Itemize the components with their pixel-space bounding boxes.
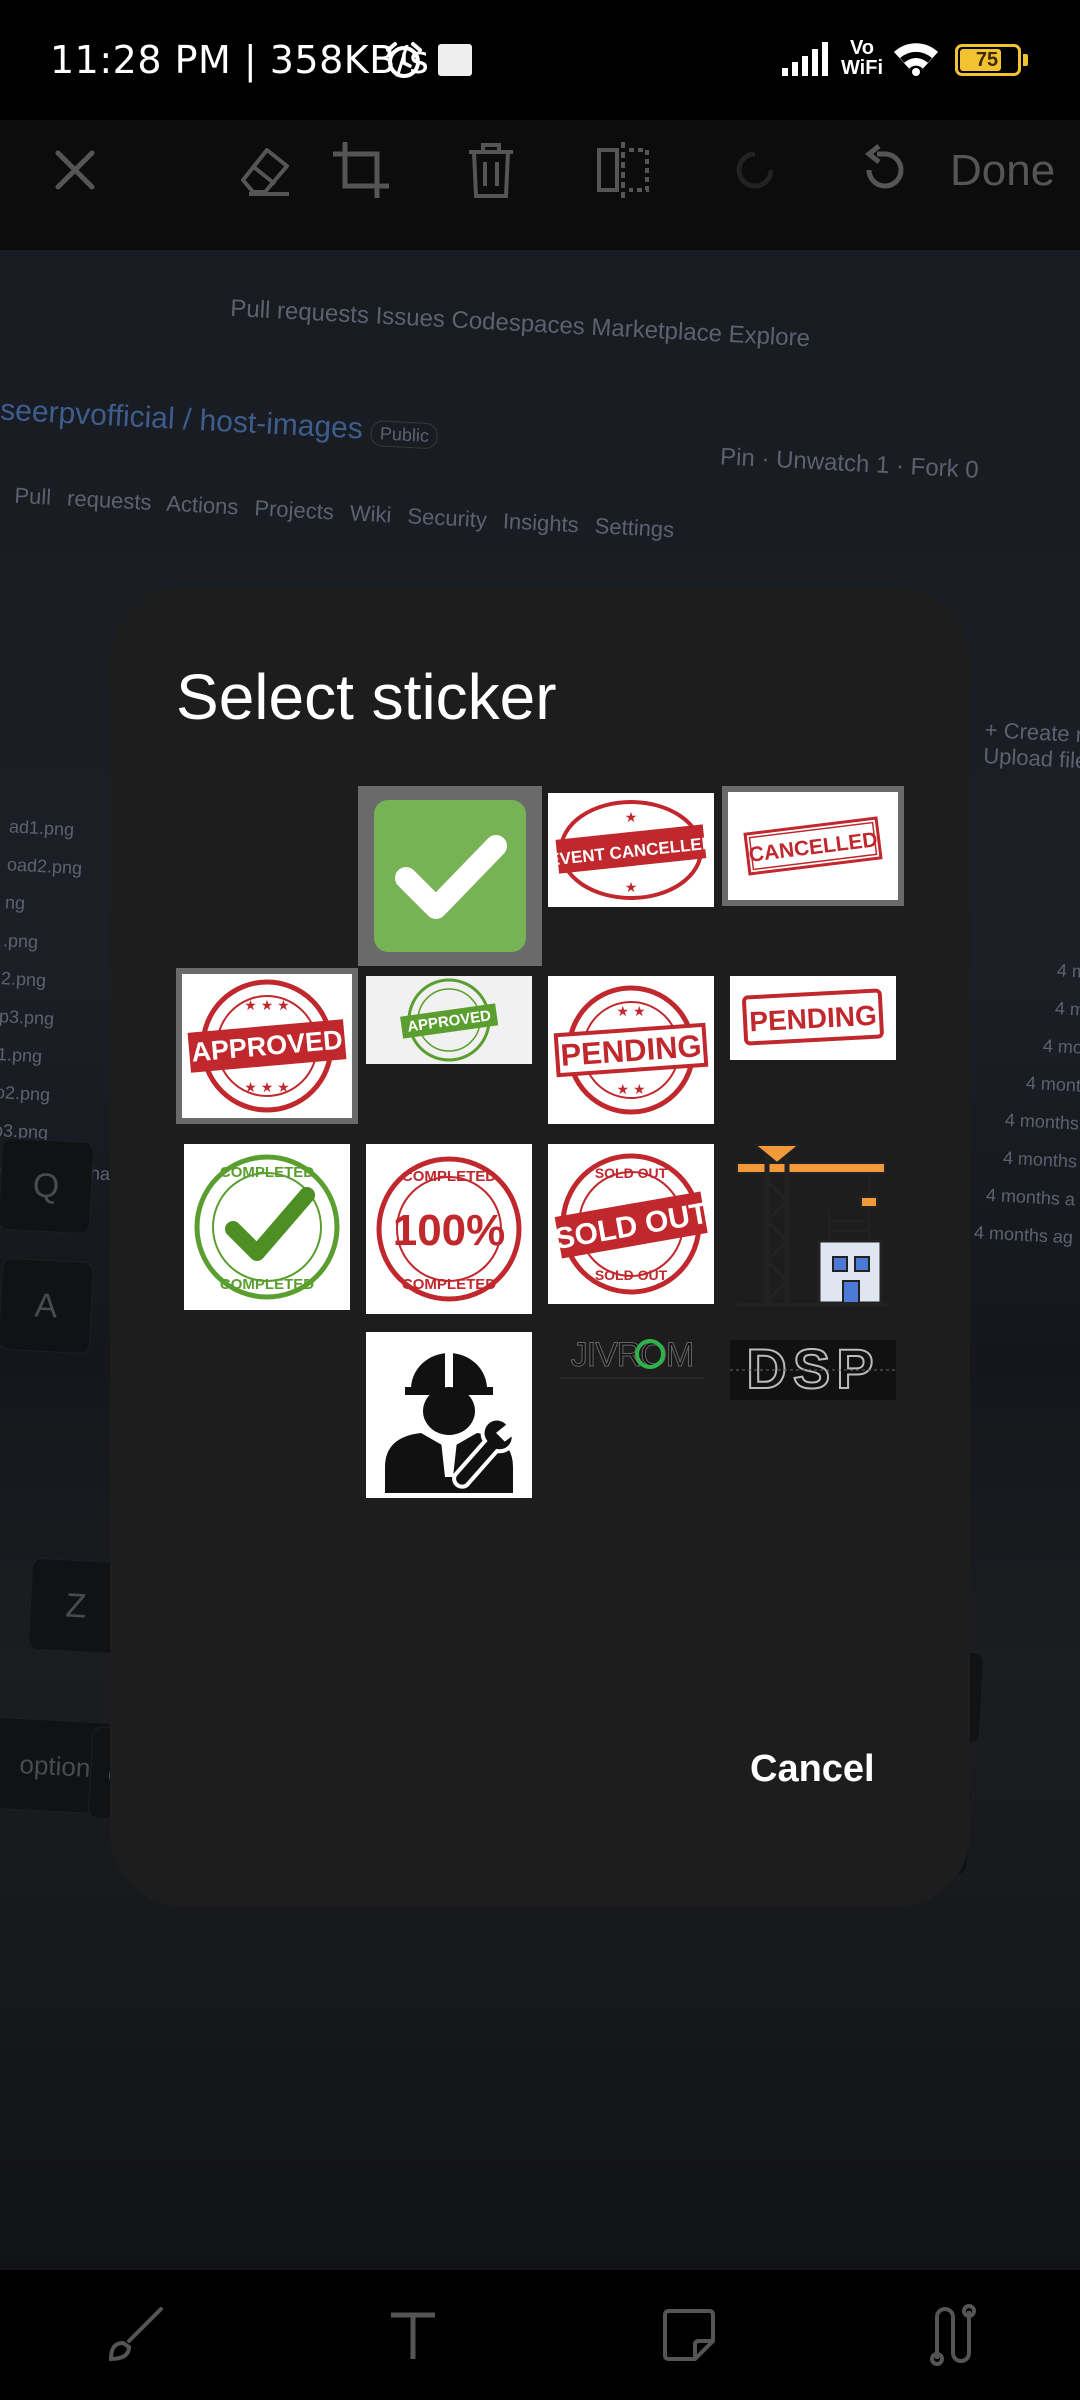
sticker-jivrom[interactable]: JIVROM <box>550 1328 714 1388</box>
path-icon[interactable] <box>918 2300 988 2370</box>
photo-keyboard-key: A <box>0 1257 95 1355</box>
photo-file-time: 4 m <box>1054 998 1080 1020</box>
photo-file-time: 4 m <box>1056 960 1080 982</box>
redo-icon[interactable] <box>720 120 790 220</box>
engineer-icon <box>385 1353 516 1493</box>
alarm-icon <box>386 42 422 78</box>
sticker-jivrom-label: JIVROM <box>571 1336 693 1374</box>
photo-file-name: p3.png <box>0 1119 49 1143</box>
status-bar: 11:28 PM | 358KB/s Vo WiFi 75 <box>0 0 1080 120</box>
brush-icon[interactable] <box>100 2300 170 2370</box>
sticker-pending-round[interactable]: PENDING ★ ★ ★ ★ <box>548 976 714 1124</box>
sticker-icon[interactable] <box>654 2300 724 2370</box>
photo-file-time: 4 mo <box>1042 1035 1080 1058</box>
battery-nub <box>1023 54 1028 66</box>
svg-text:★ ★ ★: ★ ★ ★ <box>244 997 289 1013</box>
sticker-completed-check-label: COMPLETED <box>220 1164 314 1181</box>
sticker-cancelled[interactable]: CANCELLED <box>722 786 904 906</box>
done-button[interactable]: Done <box>950 146 1055 196</box>
photo-repo-tabs: Pull requests Actions Projects Wiki Secu… <box>13 482 675 543</box>
wifi-icon <box>894 43 938 76</box>
signal-icon <box>782 42 828 76</box>
dialog-title: Select sticker <box>176 661 557 733</box>
photo-file-time: 4 months <box>1004 1109 1080 1134</box>
crop-icon[interactable] <box>326 120 396 220</box>
sticker-completed-100-label: COMPLETED <box>402 1168 496 1185</box>
photo-file-time: 4 mont <box>1025 1072 1080 1096</box>
battery-icon: 75 <box>955 44 1021 76</box>
photo-upload-actions: + Create ne Upload file <box>982 717 1080 774</box>
sticker-construction[interactable] <box>728 1140 898 1312</box>
sticker-event-cancelled[interactable]: EVENT CANCELLED ★ ★ <box>548 793 714 907</box>
sticker-dsp[interactable]: DSP <box>730 1340 896 1400</box>
construction-crane-icon <box>736 1144 889 1307</box>
eraser-icon[interactable] <box>230 120 300 220</box>
photo-file-list: ad1.png oad2.png ng .png 2.png p3.png 1.png o2.… <box>0 807 161 1192</box>
close-icon[interactable] <box>40 120 110 220</box>
bottom-tool-bar <box>0 2270 1080 2400</box>
editor-toolbar: Done <box>0 120 1080 250</box>
photo-file-name: 2.png <box>0 968 47 991</box>
checkmark-icon <box>374 800 526 952</box>
svg-text:COMPLETED: COMPLETED <box>220 1276 314 1293</box>
photo-time-list: 4 m 4 m 4 mo 4 mont 4 months 4 months 4 months… <box>972 948 1080 1257</box>
sticker-pending[interactable]: PENDING <box>730 976 896 1060</box>
photo-file-name: o2.png <box>0 1082 51 1105</box>
svg-text:★: ★ <box>625 879 638 895</box>
select-sticker-dialog: Select sticker EVENT CANCELLED ★ ★ CANCE… <box>110 588 970 1906</box>
delete-icon[interactable] <box>456 120 526 220</box>
notification-icon <box>438 44 472 76</box>
photo-file-name: .png <box>2 930 39 953</box>
text-icon[interactable] <box>378 2300 448 2370</box>
svg-text:★ ★ ★: ★ ★ ★ <box>244 1079 289 1095</box>
sticker-completed-100-value: 100% <box>393 1206 506 1255</box>
flip-icon[interactable] <box>588 120 658 220</box>
photo-file-name: ad1.png <box>8 816 75 840</box>
photo-header-links: Pull requests Issues Codespaces Marketpl… <box>229 294 811 353</box>
photo-file-name: ng <box>4 892 26 914</box>
sticker-checkmark[interactable] <box>358 786 542 966</box>
photo-file-name: p3.png <box>0 1006 55 1029</box>
svg-text:COMPLETED: COMPLETED <box>402 1276 496 1293</box>
status-time: 11:28 PM | 358KB/s <box>50 38 430 82</box>
svg-text:★: ★ <box>625 809 638 825</box>
photo-file-time: 4 months a <box>985 1184 1076 1210</box>
sticker-blank[interactable] <box>180 790 344 954</box>
sticker-pending-label: PENDING <box>749 1000 878 1038</box>
photo-keyboard-key: Q <box>0 1137 95 1235</box>
vowifi-indicator: Vo WiFi <box>840 37 884 79</box>
undo-icon[interactable] <box>850 120 920 220</box>
battery-level: 75 <box>975 49 999 71</box>
photo-repo-path: seerpvofficial / host-images Public <box>0 394 439 451</box>
sticker-approved[interactable]: APPROVED ★ ★ ★ ★ ★ ★ <box>176 968 358 1124</box>
photo-file-name: oad2.png <box>6 854 83 879</box>
svg-text:SOLD OUT: SOLD OUT <box>595 1267 668 1283</box>
photo-file-time: 4 months <box>1002 1147 1078 1172</box>
sticker-sold-out[interactable]: SOLD OUT SOLD OUT SOLD OUT <box>548 1144 714 1304</box>
sticker-completed-100[interactable]: 100% COMPLETED COMPLETED <box>366 1144 532 1314</box>
svg-text:★ ★: ★ ★ <box>617 1081 646 1097</box>
svg-text:SOLD OUT: SOLD OUT <box>595 1165 668 1181</box>
sticker-engineer[interactable] <box>366 1332 532 1498</box>
svg-text:★ ★: ★ ★ <box>617 1003 646 1019</box>
photo-file-name: 1.png <box>0 1044 43 1067</box>
sticker-completed-check[interactable]: COMPLETED COMPLETED <box>184 1144 350 1310</box>
photo-file-name: oohammedshamseer <box>0 1157 161 1187</box>
cancel-button[interactable]: Cancel <box>750 1748 875 1791</box>
photo-repo-actions: Pin · Unwatch 1 · Fork 0 <box>719 443 980 484</box>
photo-file-time: 4 months ag <box>973 1222 1074 1248</box>
sticker-approved-green[interactable]: APPROVED <box>366 976 532 1064</box>
